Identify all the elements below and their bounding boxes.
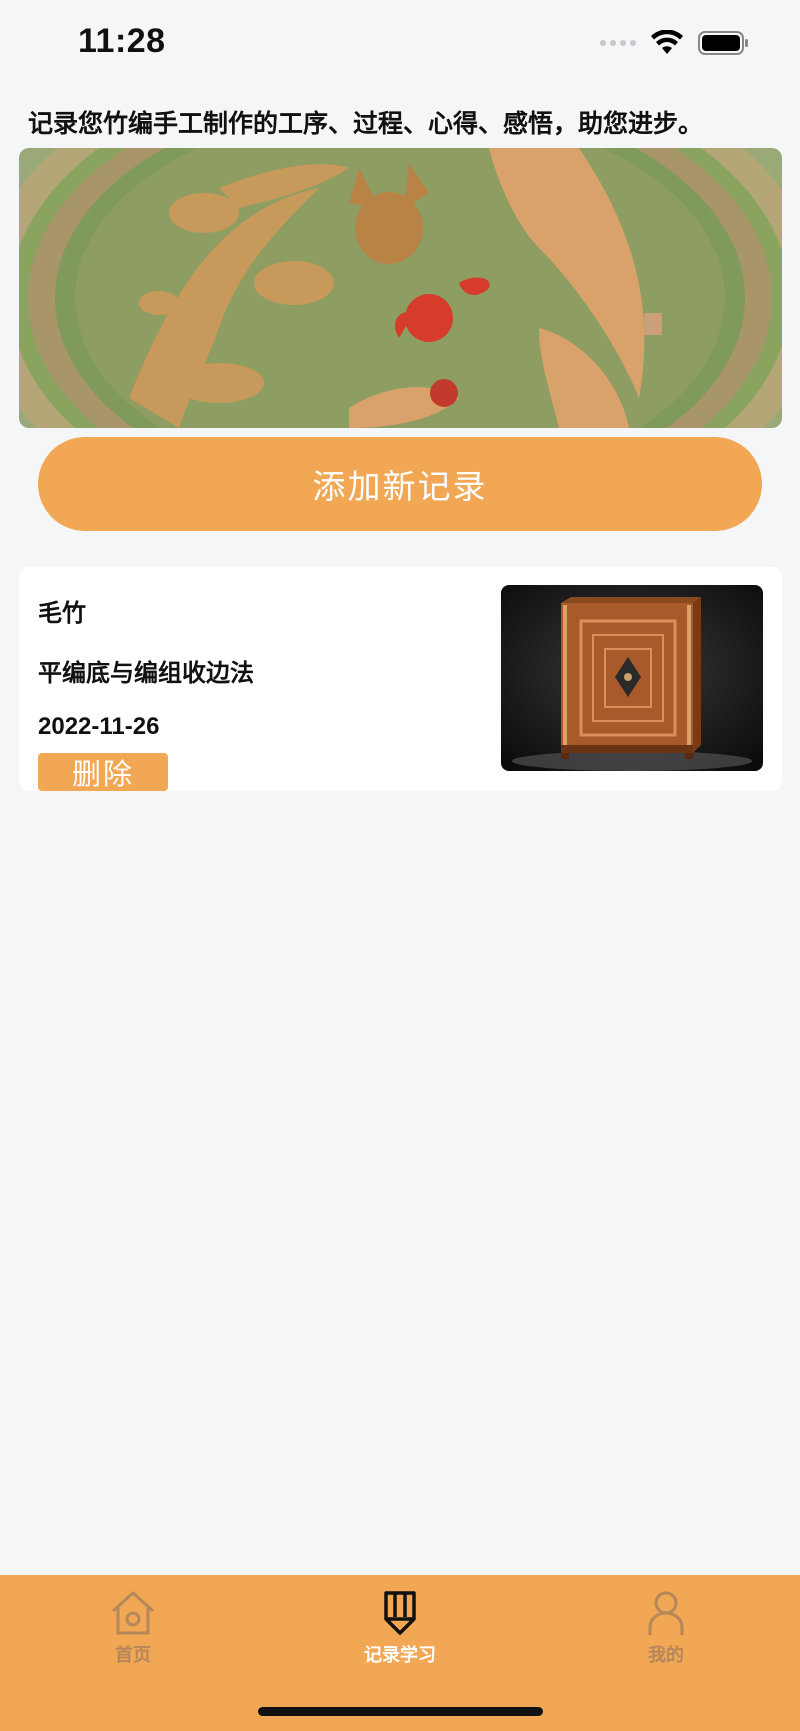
- intro-text: 记录您竹编手工制作的工序、过程、心得、感悟，助您进步。: [28, 109, 704, 138]
- home-indicator: [258, 1707, 543, 1716]
- status-time: 11:28: [78, 22, 166, 60]
- signal-icon: [600, 40, 636, 46]
- tab-mine-label: 我的: [648, 1645, 684, 1666]
- tab-record-label: 记录学习: [364, 1645, 436, 1666]
- home-icon: [111, 1591, 155, 1635]
- battery-icon: [698, 31, 748, 55]
- wifi-icon: [651, 30, 683, 54]
- record-card[interactable]: 毛竹 平编底与编组收边法 2022-11-26 删除: [19, 567, 782, 791]
- bamboo-dragon-phoenix-image: [19, 148, 782, 428]
- record-title: 平编底与编组收边法: [38, 659, 254, 687]
- record-date: 2022-11-26: [38, 713, 160, 740]
- bamboo-cabinet-image: [501, 585, 763, 771]
- tab-home-label: 首页: [115, 1645, 151, 1666]
- tab-home[interactable]: 首页: [53, 1589, 213, 1667]
- record-material: 毛竹: [38, 599, 86, 627]
- pencil-icon: [384, 1591, 416, 1635]
- status-icons: [600, 30, 750, 56]
- tab-record[interactable]: 记录学习: [320, 1589, 480, 1667]
- person-icon: [648, 1591, 684, 1635]
- tab-mine[interactable]: 我的: [586, 1589, 746, 1667]
- add-record-button[interactable]: 添加新记录: [38, 437, 762, 531]
- status-bar: 11:28: [0, 0, 800, 92]
- delete-button[interactable]: 删除: [38, 753, 168, 791]
- record-thumbnail[interactable]: [501, 585, 763, 771]
- banner-image: [19, 148, 782, 428]
